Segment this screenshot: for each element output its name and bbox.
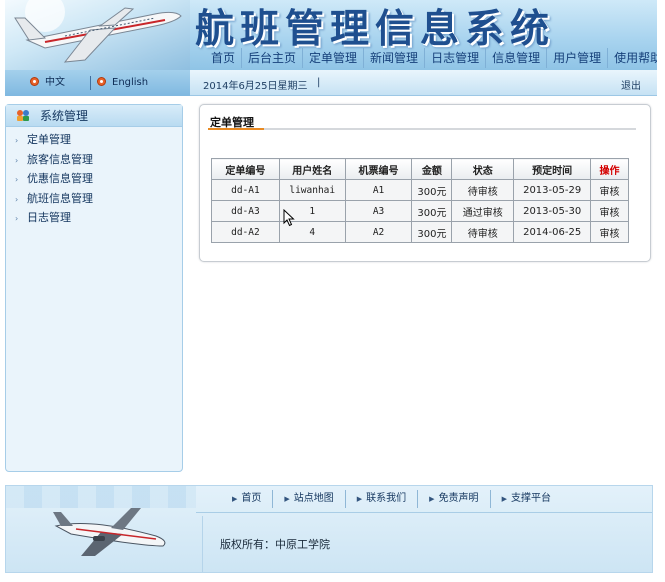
language-chinese[interactable]: 中文	[30, 76, 65, 90]
system-manage-icon	[16, 107, 30, 121]
footer-link-label: 站点地图	[293, 493, 334, 504]
nav-help[interactable]: 使用帮助	[607, 48, 657, 68]
footer-link-contact[interactable]: ▶ 联系我们	[344, 490, 417, 508]
nav-admin-home[interactable]: 后台主页	[241, 48, 302, 68]
language-english-label: English	[112, 77, 149, 88]
current-date: 2014年6月25日星期三	[203, 81, 308, 92]
column-header-operation: 操作	[590, 158, 629, 180]
plane-logo-icon	[53, 508, 166, 556]
language-english[interactable]: English	[97, 76, 148, 90]
column-header-booking-time: 预定时间	[513, 158, 592, 180]
column-header-user-name: 用户姓名	[278, 158, 346, 180]
footer: ▶ 首页 ▶ 站点地图 ▶ 联系我们 ▶ 免责声明 ▶ 支撑平台 版权所有：中原工学院	[5, 485, 653, 573]
footer-navigation: ▶ 首页 ▶ 站点地图 ▶ 联系我们 ▶ 免责声明 ▶ 支撑平台	[221, 490, 562, 508]
cell-ticket-id: A3	[344, 200, 413, 222]
cell-status: 待审核	[451, 221, 515, 243]
status-bar: 中文 English 2014年6月25日星期三 | 退出	[5, 70, 657, 96]
footer-link-label: 支撑平台	[510, 493, 551, 504]
language-switcher: 中文 English	[5, 70, 190, 96]
copyright-text: 版权所有：中原工学院	[220, 538, 330, 551]
cell-status: 待审核	[451, 179, 515, 201]
language-dot-icon	[97, 77, 106, 86]
footer-link-platform[interactable]: ▶ 支撑平台	[489, 490, 562, 508]
column-header-order-id: 定单编号	[211, 158, 280, 180]
footer-divider	[196, 512, 652, 513]
site-title: 航班管理信息系统	[195, 6, 556, 52]
nav-home[interactable]: 首页	[205, 48, 241, 68]
footer-link-label: 免责声明	[438, 493, 479, 504]
cell-order-id: dd-A1	[211, 179, 280, 201]
footer-link-home[interactable]: ▶ 首页	[221, 490, 272, 508]
cell-order-id: dd-A2	[211, 221, 280, 243]
sidebar-item-order-management[interactable]: › 定单管理	[6, 130, 182, 150]
cell-amount: 300元	[411, 179, 453, 201]
cell-user-name: liwanhai	[278, 179, 346, 201]
nav-user-management[interactable]: 用户管理	[546, 48, 607, 68]
arrow-right-icon: ▶	[284, 495, 290, 503]
nav-info-management[interactable]: 信息管理	[485, 48, 546, 68]
sidebar-item-label: 日志管理	[27, 211, 71, 224]
cell-amount: 300元	[411, 200, 453, 222]
cell-booking-time: 2013-05-29	[513, 179, 592, 201]
audit-link[interactable]: 审核	[590, 221, 629, 243]
cell-ticket-id: A1	[344, 179, 413, 201]
cell-booking-time: 2014-06-25	[513, 221, 592, 243]
language-divider	[90, 76, 91, 90]
column-header-ticket-id: 机票编号	[344, 158, 413, 180]
sidebar-item-label: 旅客信息管理	[27, 152, 93, 166]
sidebar: 系统管理 › 定单管理 › 旅客信息管理 › 优惠信息管理 › 航班信息管理 › 日志管理	[5, 104, 183, 472]
footer-vertical-divider	[202, 516, 203, 572]
panel-title-underline	[208, 128, 636, 130]
language-chinese-label: 中文	[45, 77, 65, 88]
cell-ticket-id: A2	[344, 221, 413, 243]
table-row: dd-A1 liwanhai A1 300元 待审核 2013-05-29 审核	[211, 179, 629, 201]
arrow-right-icon: ›	[15, 214, 19, 223]
footer-link-label: 首页	[241, 493, 262, 504]
orders-table: 定单编号 用户姓名 机票编号 金额 状态 预定时间 操作 dd-A1 liwan…	[211, 158, 629, 243]
arrow-right-icon: ▶	[232, 495, 238, 503]
footer-link-label: 联系我们	[366, 493, 407, 504]
plane-logo-icon	[5, 0, 190, 70]
sidebar-item-label: 定单管理	[27, 133, 71, 146]
arrow-right-icon: ▶	[501, 495, 507, 503]
footer-link-disclaimer[interactable]: ▶ 免责声明	[417, 490, 489, 508]
audit-link[interactable]: 审核	[590, 200, 629, 222]
sidebar-item-flight-info[interactable]: › 航班信息管理	[6, 189, 182, 209]
sidebar-title: 系统管理	[40, 109, 89, 123]
table-row: dd-A2 4 A2 300元 待审核 2014-06-25 审核	[211, 221, 629, 243]
arrow-right-icon: ›	[15, 175, 19, 184]
sidebar-item-discount-info[interactable]: › 优惠信息管理	[6, 169, 182, 189]
sidebar-header: 系统管理	[6, 105, 182, 127]
nav-log-management[interactable]: 日志管理	[424, 48, 485, 68]
arrow-right-icon: ›	[15, 136, 19, 145]
order-management-panel: 定单管理 定单编号 用户姓名 机票编号 金额 状态 预定时间 操作 dd-A1 …	[199, 104, 651, 262]
sidebar-item-passenger-info[interactable]: › 旅客信息管理	[6, 150, 182, 170]
table-header-row: 定单编号 用户姓名 机票编号 金额 状态 预定时间 操作	[211, 158, 629, 180]
logout-link[interactable]: 退出	[621, 77, 641, 92]
date-separator: |	[317, 77, 321, 88]
footer-link-sitemap[interactable]: ▶ 站点地图	[272, 490, 344, 508]
table-row: dd-A3 1 A3 300元 通过审核 2013-05-30 审核	[211, 200, 629, 222]
cell-amount: 300元	[411, 221, 453, 243]
cell-booking-time: 2013-05-30	[513, 200, 592, 222]
column-header-status: 状态	[451, 158, 515, 180]
audit-link[interactable]: 审核	[590, 179, 629, 201]
column-header-amount: 金额	[411, 158, 453, 180]
sidebar-item-label: 航班信息管理	[27, 191, 93, 205]
language-dot-icon	[30, 77, 39, 86]
mouse-pointer-icon	[283, 209, 295, 227]
header-banner: 航班管理信息系统 首页 后台主页 定单管理 新闻管理 日志管理 信息管理 用户管…	[5, 0, 657, 70]
sidebar-item-log-management[interactable]: › 日志管理	[6, 208, 182, 228]
arrow-right-icon: ›	[15, 155, 19, 165]
arrow-right-icon: ›	[15, 194, 19, 204]
nav-news-management[interactable]: 新闻管理	[363, 48, 424, 68]
sidebar-item-label: 优惠信息管理	[27, 172, 93, 185]
cell-order-id: dd-A3	[211, 200, 280, 222]
top-navigation: 首页 后台主页 定单管理 新闻管理 日志管理 信息管理 用户管理 使用帮助	[205, 48, 657, 68]
arrow-right-icon: ▶	[429, 495, 435, 503]
arrow-right-icon: ▶	[356, 495, 363, 503]
nav-order-management[interactable]: 定单管理	[302, 48, 363, 68]
cell-status: 通过审核	[451, 200, 515, 222]
